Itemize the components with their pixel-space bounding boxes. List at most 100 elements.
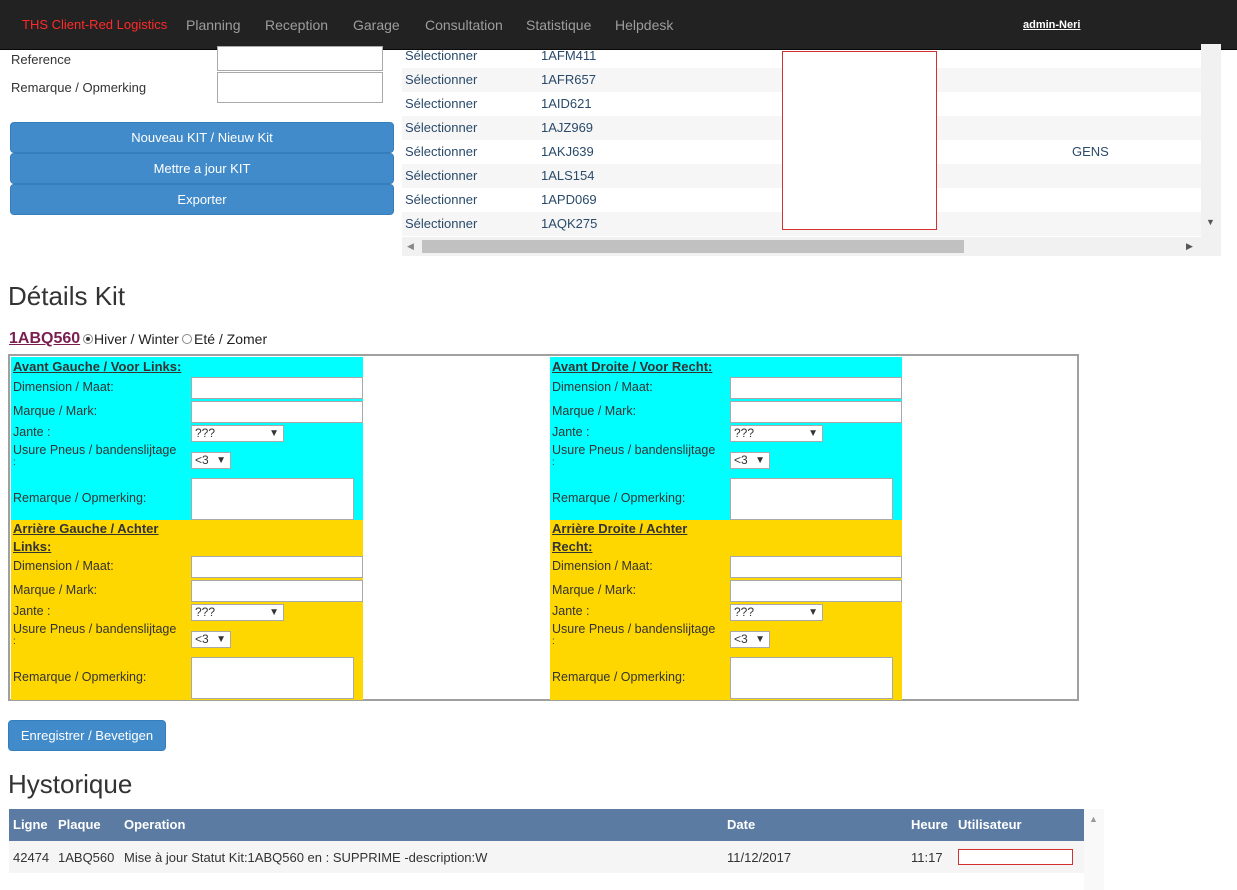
wear-select[interactable]: <3 ▼ [191, 452, 231, 469]
select-link[interactable]: Sélectionner [405, 192, 477, 207]
wear-select-value: <3 [195, 632, 209, 646]
rim-select[interactable]: ??? ▼ [730, 425, 823, 442]
history-table-header: Ligne Plaque Operation Date Heure Utilis… [9, 809, 1084, 841]
brand-input[interactable] [730, 401, 902, 423]
vehicle-extra: GENS [1072, 144, 1109, 159]
rim-select-value: ??? [195, 426, 216, 440]
select-link[interactable]: Sélectionner [405, 96, 477, 111]
chevron-down-icon: ▼ [269, 428, 279, 439]
rim-select[interactable]: ??? ▼ [730, 604, 823, 621]
remark-textarea[interactable] [191, 657, 354, 699]
col-operation[interactable]: Operation [124, 817, 185, 832]
dimension-input[interactable] [191, 556, 363, 578]
col-plate[interactable]: Plaque [58, 817, 101, 832]
wear-label: Usure Pneus / bandenslijtage [552, 443, 716, 457]
select-link[interactable]: Sélectionner [405, 216, 477, 231]
nav-consultation[interactable]: Consultation [425, 17, 503, 33]
vehicle-plate: 1AJZ969 [541, 120, 594, 135]
chevron-down-icon: ▼ [808, 428, 818, 439]
select-link[interactable]: Sélectionner [405, 72, 477, 87]
wear-select[interactable]: <3 ▼ [730, 631, 770, 648]
export-button[interactable]: Exporter [10, 184, 394, 215]
rim-select-value: ??? [734, 426, 755, 440]
remark-textarea[interactable] [730, 478, 893, 520]
nav-helpdesk[interactable]: Helpdesk [615, 17, 673, 33]
col-date[interactable]: Date [727, 817, 755, 832]
brand-link[interactable]: THS Client-Red Logistics [22, 17, 167, 32]
dimension-label: Dimension / Maat: [552, 559, 653, 573]
scrollbar-thumb[interactable] [422, 240, 964, 253]
vehicle-plate: 1AFM411 [541, 48, 597, 63]
nav-planning[interactable]: Planning [186, 17, 241, 33]
rim-select[interactable]: ??? ▼ [191, 604, 284, 621]
top-navbar: THS Client-Red Logistics Planning Recept… [0, 0, 1237, 50]
dimension-label: Dimension / Maat: [13, 559, 114, 573]
dimension-input[interactable] [730, 377, 902, 399]
dimension-input[interactable] [191, 377, 363, 399]
winter-radio[interactable] [83, 334, 93, 344]
update-kit-button[interactable]: Mettre a jour KIT [10, 153, 394, 184]
brand-input[interactable] [191, 580, 363, 602]
select-link[interactable]: Sélectionner [405, 144, 477, 159]
table-row: 42474 1ABQ560 Mise à jour Statut Kit:1AB… [9, 841, 1084, 873]
scroll-up-icon[interactable]: ▲ [1089, 814, 1098, 824]
rim-select-value: ??? [734, 605, 755, 619]
nav-garage[interactable]: Garage [353, 17, 400, 33]
brand-input[interactable] [191, 401, 363, 423]
scroll-down-icon[interactable]: ▼ [1206, 217, 1215, 227]
winter-label: Hiver / Winter [94, 331, 179, 347]
vehicle-plate: 1APD069 [541, 192, 597, 207]
rim-label: Jante : [552, 425, 590, 439]
col-line[interactable]: Ligne [13, 817, 48, 832]
wear-colon: : [552, 457, 555, 468]
vehicle-plate: 1AQK275 [541, 216, 598, 231]
chevron-down-icon: ▼ [269, 607, 279, 618]
remark-textarea[interactable] [217, 72, 383, 103]
horizontal-scrollbar[interactable]: ◀ ▶ [402, 237, 1201, 256]
redacted-user [958, 849, 1073, 865]
select-link[interactable]: Sélectionner [405, 168, 477, 183]
row-operation: Mise à jour Statut Kit:1ABQ560 en : SUPP… [124, 850, 488, 865]
history-scrollbar[interactable]: ▲ [1084, 809, 1104, 890]
col-user[interactable]: Utilisateur [958, 817, 1022, 832]
select-link[interactable]: Sélectionner [405, 48, 477, 63]
col-time[interactable]: Heure [911, 817, 948, 832]
remark-textarea[interactable] [730, 657, 893, 699]
reference-label: Reference [11, 52, 71, 67]
remark-textarea[interactable] [191, 478, 354, 520]
rear-right-panel: Arrière Droite / Achter Recht: Dimension… [550, 520, 902, 700]
kit-details-box: Avant Gauche / Voor Links: Dimension / M… [8, 354, 1079, 701]
brand-input[interactable] [730, 580, 902, 602]
new-kit-button[interactable]: Nouveau KIT / Nieuw Kit [10, 122, 394, 153]
save-button[interactable]: Enregistrer / Bevetigen [8, 720, 166, 751]
chevron-down-icon: ▼ [808, 607, 818, 618]
wear-select[interactable]: <3 ▼ [730, 452, 770, 469]
row-date: 11/12/2017 [727, 850, 792, 865]
kit-plate-link[interactable]: 1ABQ560 [9, 330, 80, 348]
chevron-down-icon: ▼ [216, 634, 226, 645]
vehicle-plate: 1AKJ639 [541, 144, 594, 159]
dimension-input[interactable] [730, 556, 902, 578]
wear-select-value: <3 [195, 453, 209, 467]
nav-reception[interactable]: Reception [265, 17, 328, 33]
front-right-title: Avant Droite / Voor Recht: [552, 359, 713, 374]
chevron-down-icon: ▼ [216, 455, 226, 466]
reference-input[interactable] [217, 46, 383, 71]
front-right-panel: Avant Droite / Voor Recht: Dimension / M… [550, 357, 902, 520]
brand-label: Marque / Mark: [552, 404, 637, 418]
nav-statistique[interactable]: Statistique [526, 17, 591, 33]
wear-select[interactable]: <3 ▼ [191, 631, 231, 648]
scroll-left-icon[interactable]: ◀ [407, 241, 414, 252]
rear-right-title-2: Recht: [552, 539, 593, 554]
row-time: 11:17 [911, 850, 943, 865]
wear-select-value: <3 [734, 453, 748, 467]
remark-label: Remarque / Opmerking: [13, 670, 147, 684]
rim-select[interactable]: ??? ▼ [191, 425, 284, 442]
select-link[interactable]: Sélectionner [405, 120, 477, 135]
summer-radio[interactable] [182, 334, 192, 344]
rim-label: Jante : [13, 425, 51, 439]
scroll-right-icon[interactable]: ▶ [1186, 241, 1193, 252]
vertical-scrollbar[interactable]: ▼ [1201, 44, 1221, 256]
user-menu-link[interactable]: admin-Neri [1023, 19, 1080, 31]
wear-select-value: <3 [734, 632, 748, 646]
